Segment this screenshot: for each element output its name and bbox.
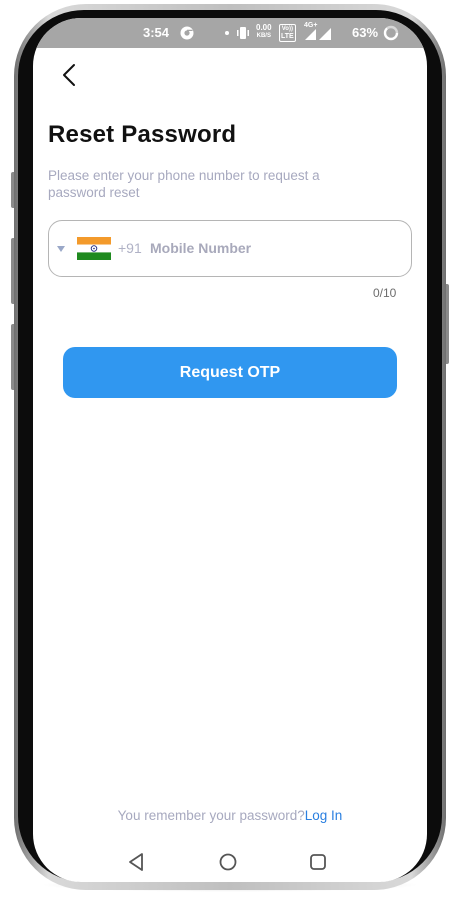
- battery-icon: [383, 25, 399, 44]
- mobile-number-input[interactable]: [150, 237, 390, 259]
- login-prompt-row: You remember your password?Log In: [33, 808, 427, 823]
- status-time: 3:54: [143, 25, 170, 40]
- phone-number-field: +91: [48, 220, 412, 277]
- page-subtitle: Please enter your phone number to reques…: [48, 168, 320, 200]
- chrome-notification-icon: [180, 26, 194, 43]
- chevron-left-icon: [63, 64, 75, 86]
- back-button[interactable]: [55, 60, 85, 90]
- dot-icon: [225, 31, 229, 35]
- nav-recents-button[interactable]: [306, 850, 330, 874]
- vibrate-icon: [236, 26, 250, 43]
- triangle-back-icon: [129, 853, 143, 871]
- volte-badge: Vo)) LTE: [279, 24, 296, 42]
- circle-home-icon: [219, 853, 237, 871]
- country-dropdown-caret-icon[interactable]: [57, 246, 65, 252]
- signal-icon: [303, 27, 333, 43]
- nav-back-button[interactable]: [125, 850, 149, 874]
- android-nav-bar: [33, 846, 427, 882]
- request-otp-button[interactable]: Request OTP: [63, 347, 397, 398]
- battery-percent: 63%: [352, 25, 379, 40]
- phone-screen: 3:54 0.00 KB/S Vo)) LTE 4G+ 63% Reset Pa…: [33, 18, 427, 882]
- net-speed: 0.00 KB/S: [256, 24, 272, 40]
- nav-home-button[interactable]: [216, 850, 240, 874]
- volte-top: Vo)): [281, 26, 293, 32]
- status-bar: 3:54 0.00 KB/S Vo)) LTE 4G+ 63%: [33, 18, 427, 48]
- india-flag-icon[interactable]: [77, 237, 111, 260]
- volte-bottom: LTE: [281, 33, 294, 40]
- net-speed-unit: KB/S: [256, 33, 271, 39]
- square-recents-icon: [310, 854, 326, 870]
- page-title: Reset Password: [48, 121, 237, 148]
- login-prompt-text: You remember your password?: [117, 808, 305, 823]
- character-counter: 0/10: [373, 286, 397, 300]
- net-speed-value: 0.00: [256, 23, 272, 32]
- login-link[interactable]: Log In: [305, 808, 343, 823]
- country-code[interactable]: +91: [118, 240, 142, 256]
